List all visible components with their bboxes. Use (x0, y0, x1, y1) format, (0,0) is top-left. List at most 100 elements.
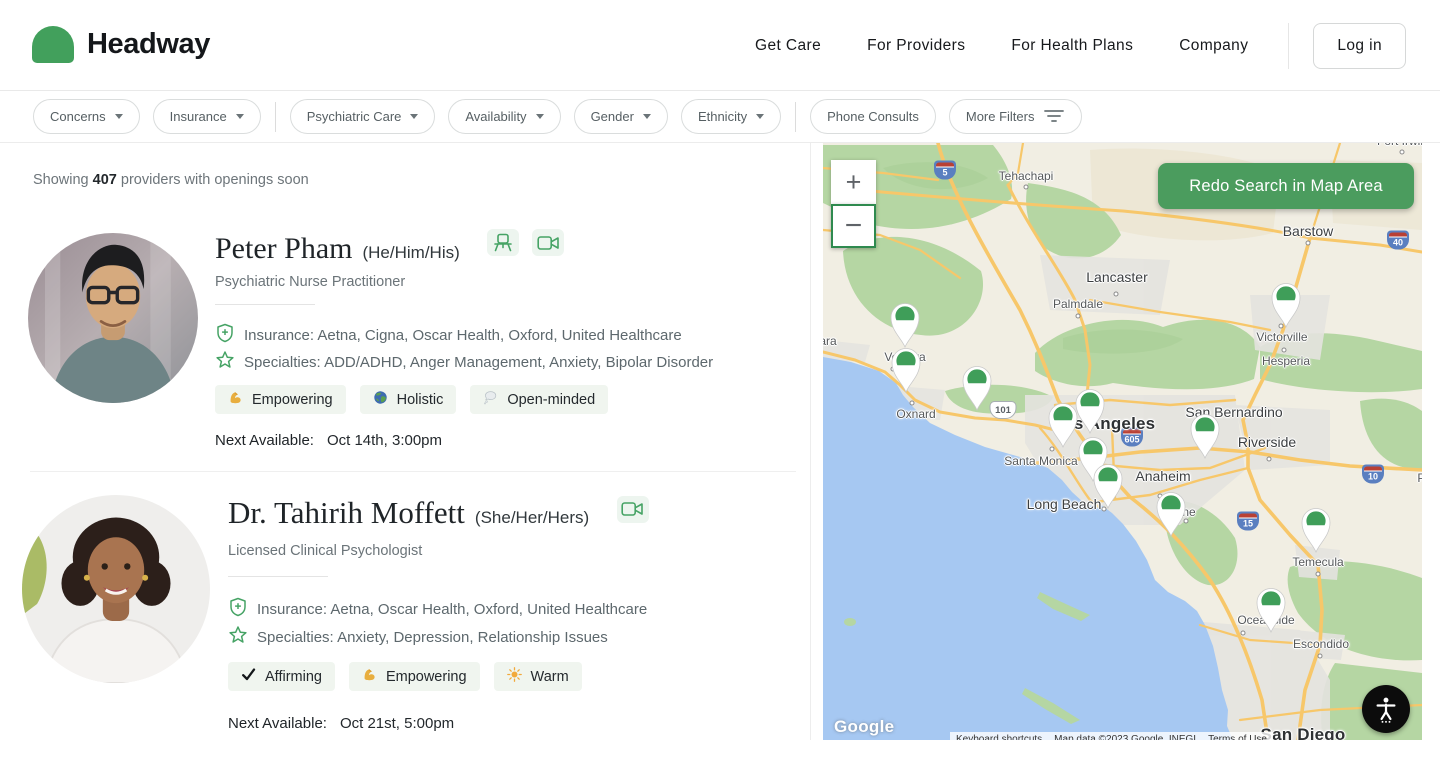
map-panel[interactable]: + − Redo Search in Map Area Google Keybo… (823, 143, 1422, 740)
filter-availability[interactable]: Availability (448, 99, 561, 134)
filter-phone-consults-label: Phone Consults (827, 109, 919, 124)
chevron-down-icon (642, 114, 651, 119)
provider-pronouns: (She/Her/Hers) (474, 508, 590, 527)
accessibility-widget-button[interactable] (1362, 685, 1410, 733)
filter-bar: Concerns Insurance Psychiatric Care Avai… (0, 91, 1440, 143)
nav-for-providers[interactable]: For Providers (867, 37, 965, 55)
town-dot (1399, 149, 1405, 155)
divider (215, 304, 315, 305)
zoom-in-button[interactable]: + (831, 160, 876, 204)
map-city-label: Riverside (1237, 434, 1297, 450)
nav-get-care[interactable]: Get Care (755, 37, 821, 55)
keyboard-shortcuts-link[interactable]: Keyboard shortcuts (950, 732, 1049, 740)
in-person-session-icon (487, 229, 520, 256)
chevron-down-icon (410, 114, 419, 119)
globe-icon (373, 390, 388, 409)
headway-provider-search-page: Headway Get Care For Providers For Healt… (0, 0, 1440, 777)
google-logo[interactable]: Google (834, 717, 894, 737)
filter-more-filters[interactable]: More Filters (948, 99, 1083, 134)
insurance-list: Aetna, Cigna, Oscar Health, Oxford, Unit… (317, 326, 682, 344)
provider-results-list: Showing 407 providers with openings soon (0, 143, 820, 777)
map-attribution: Keyboard shortcuts Map data ©2023 Google… (950, 732, 1273, 740)
nav-for-health-plans[interactable]: For Health Plans (1011, 37, 1133, 55)
town-dot (1317, 653, 1323, 659)
divider (228, 576, 328, 577)
specialties-list: Anxiety, Depression, Relationship Issues (337, 628, 608, 646)
town-dot (1075, 313, 1081, 319)
top-header: Headway Get Care For Providers For Healt… (0, 0, 1440, 91)
map-city-label: Escondido (1292, 637, 1350, 651)
filter-phone-consults[interactable]: Phone Consults (810, 99, 936, 134)
map-city-label: Ventura (884, 350, 926, 364)
provider-title: Psychiatric Nurse Practitioner (215, 274, 406, 290)
town-dot (1240, 630, 1246, 636)
session-mode-icons (487, 229, 565, 256)
town-dot (1305, 240, 1311, 246)
map-city-label: Long Beach (1026, 496, 1102, 512)
chevron-down-icon (535, 114, 544, 119)
filter-psychiatric-care[interactable]: Psychiatric Care (289, 99, 436, 134)
next-available-value: Oct 21st, 5:00pm (339, 715, 455, 732)
filter-insurance[interactable]: Insurance (152, 99, 261, 134)
filter-psychiatric-care-label: Psychiatric Care (306, 109, 402, 124)
map-city-label: Lancaster (1086, 269, 1148, 285)
terms-of-use-link[interactable]: Terms of Use (1202, 732, 1273, 740)
zoom-out-button[interactable]: − (831, 204, 876, 248)
video-session-icon (532, 229, 565, 256)
town-dot (1266, 456, 1272, 462)
results-count: 407 (92, 172, 117, 188)
map-city-label: Hesperia (1261, 354, 1311, 368)
headway-dome-icon (32, 26, 74, 63)
highway-shield-101: 101 (989, 401, 1017, 419)
town-dot (1315, 571, 1321, 577)
chevron-down-icon (756, 114, 765, 119)
flex-biceps-icon (362, 667, 377, 686)
highway-shield-5: 5 (934, 160, 956, 180)
avatar-peter-pham[interactable] (28, 233, 198, 403)
provider-name[interactable]: Peter Pham (He/Him/His) (215, 229, 565, 266)
town-dot (1101, 506, 1107, 512)
badge-empowering: Empowering (348, 662, 480, 691)
map-zoom-controls: + − (831, 160, 876, 248)
badge-holistic: Holistic (359, 385, 457, 414)
card-separator (30, 471, 796, 472)
map-city-label: Oxnard (896, 407, 936, 421)
provider-name[interactable]: Dr. Tahirih Moffett (She/Her/Hers) (228, 495, 649, 531)
filter-gender[interactable]: Gender (573, 99, 668, 134)
filter-concerns[interactable]: Concerns (33, 99, 140, 134)
shield-plus-icon (215, 323, 235, 347)
check-mark-icon (241, 667, 256, 686)
highway-shield-10: 10 (1362, 464, 1384, 484)
session-mode-icons (616, 495, 649, 523)
town-dot (909, 400, 915, 406)
insurance-row: Insurance: Aetna, Cigna, Oscar Health, O… (215, 323, 682, 347)
town-dot (1049, 446, 1055, 452)
list-scrollbar[interactable] (810, 143, 811, 740)
headway-logo[interactable]: Headway (32, 26, 210, 63)
badge-warm: Warm (493, 662, 582, 691)
redo-search-button[interactable]: Redo Search in Map Area (1158, 163, 1414, 209)
town-dot (1183, 518, 1189, 524)
highway-shield-40: 40 (1387, 230, 1409, 250)
specialties-row: Specialties: ADD/ADHD, Anger Management,… (215, 350, 713, 374)
town-dot (1023, 184, 1029, 190)
map-city-label: Irvine (1166, 505, 1196, 519)
map-city-label: Santa Monica (1004, 454, 1078, 468)
filter-insurance-label: Insurance (169, 109, 227, 124)
filter-ethnicity[interactable]: Ethnicity (680, 99, 782, 134)
sun-icon (506, 667, 522, 686)
thought-balloon-icon (483, 390, 498, 409)
map-city-label: Victorville (1256, 330, 1308, 344)
filter-divider (274, 101, 276, 132)
login-button[interactable]: Log in (1313, 22, 1406, 69)
avatar-tahirih-moffett[interactable] (22, 495, 210, 683)
personality-badges: Empowering Holistic Open-minded (215, 385, 609, 414)
badge-open-minded: Open-minded (470, 385, 609, 414)
map-city-label: San Bernardino (1185, 404, 1283, 420)
town-dot (1157, 493, 1163, 499)
map-city-label: Santa Barbara (823, 334, 837, 348)
town-dot (1278, 323, 1284, 329)
next-available-value: Oct 14th, 3:00pm (326, 432, 443, 449)
map-city-label: San Diego (1260, 725, 1346, 740)
nav-company[interactable]: Company (1179, 37, 1248, 55)
